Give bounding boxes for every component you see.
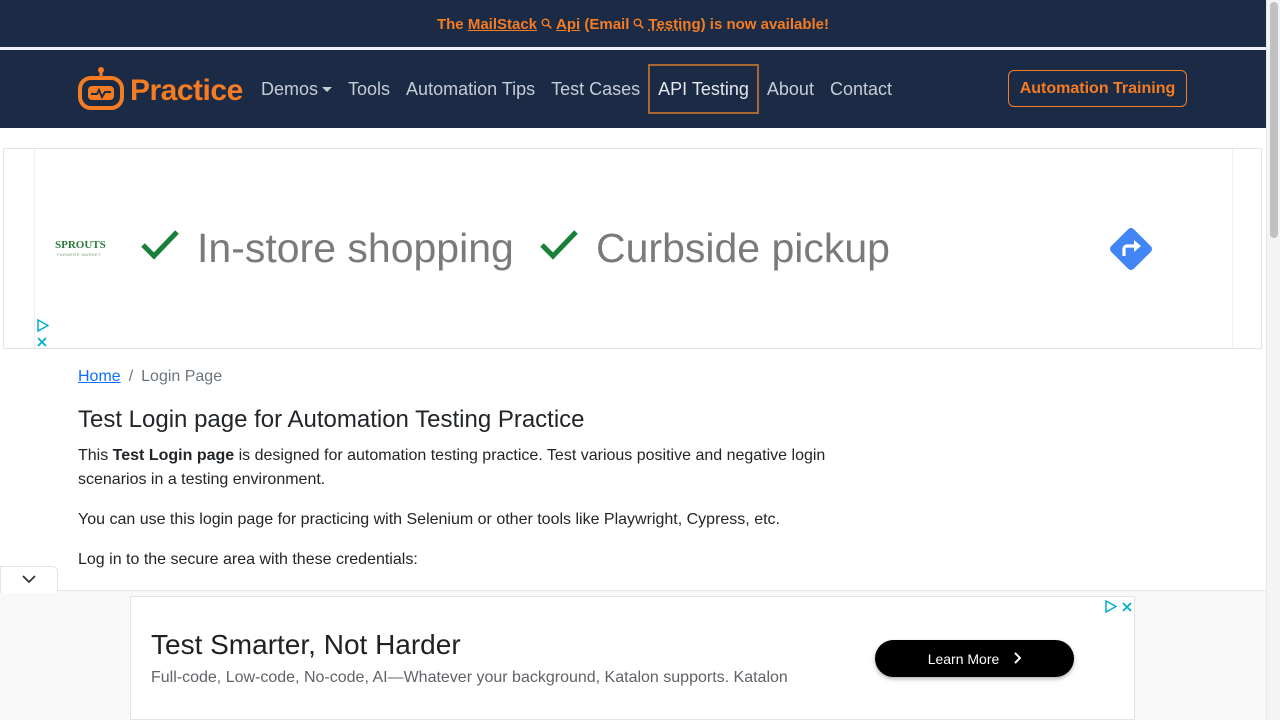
ad-controls [1104, 599, 1133, 618]
main-nav: Demos Tools Automation Tips Test Cases A… [253, 64, 900, 114]
ad-subtitle: Full-code, Low-code, No-code, AI—Whateve… [151, 669, 788, 686]
robot-logo-icon [78, 66, 124, 115]
feature-instore-label: In-store shopping [197, 225, 514, 271]
announcement-suffix: ) is now available! [700, 15, 829, 33]
breadcrumb-current: Login Page [141, 368, 223, 385]
adchoices-icon[interactable] [1104, 599, 1118, 618]
sprouts-logo: SPROUTS [55, 239, 106, 251]
announcement-bar: The MailStack Api (Email Testing) is now a… [0, 0, 1266, 48]
nav-contact[interactable]: Contact [822, 64, 900, 114]
tools-paragraph: You can use this login page for practici… [78, 511, 780, 528]
magnifier-icon [541, 16, 552, 33]
magnifier-icon [633, 16, 645, 33]
mailstack-link[interactable]: MailStack [468, 16, 537, 33]
ad-feature-instore: In-store shopping [139, 225, 514, 272]
automation-training-button[interactable]: Automation Training [1008, 70, 1187, 107]
brand-name: Practice [130, 73, 243, 107]
navbar: Practice Demos Tools Automation Tips Tes… [0, 50, 1266, 128]
learn-more-button[interactable]: Learn More [875, 640, 1074, 677]
api-link[interactable]: Api [556, 16, 580, 33]
collapse-ad-button[interactable] [0, 566, 58, 593]
breadcrumb-home-link[interactable]: Home [78, 368, 121, 386]
ad-title: Test Smarter, Not Harder [151, 629, 461, 660]
page-scrollbar[interactable] [1266, 0, 1280, 720]
check-icon [538, 225, 596, 272]
announcement-mid: (Email [584, 15, 630, 33]
page: The MailStack Api (Email Testing) is now a… [0, 0, 1280, 720]
chevron-down-icon [21, 571, 37, 589]
intro-pre: This [78, 447, 113, 464]
brand-link[interactable]: Practice [78, 66, 243, 115]
nav-api-testing[interactable]: API Testing [648, 64, 759, 114]
nav-demos[interactable]: Demos [253, 64, 340, 114]
top-ad[interactable]: SPROUTS FARMERS MARKET In-store shopping… [3, 148, 1262, 349]
nav-about[interactable]: About [759, 64, 822, 114]
breadcrumb: Home / Login Page [78, 368, 222, 386]
close-ad-icon[interactable] [36, 335, 48, 353]
sprouts-logo-sub: FARMERS MARKET [57, 252, 102, 257]
caret-down-icon [322, 86, 333, 92]
directions-icon[interactable] [1107, 225, 1155, 278]
announcement-prefix: The [436, 15, 464, 33]
close-ad-icon[interactable] [1121, 600, 1133, 618]
page-title: Test Login page for Automation Testing P… [78, 406, 585, 433]
testing-term: Testing [648, 15, 701, 33]
intro-bold: Test Login page [112, 447, 235, 464]
nav-demos-label: Demos [261, 78, 319, 99]
check-icon [139, 225, 197, 272]
nav-tools[interactable]: Tools [340, 64, 398, 114]
learn-more-label: Learn More [927, 650, 1000, 667]
top-ad-content[interactable]: SPROUTS FARMERS MARKET In-store shopping… [34, 149, 1233, 348]
chevron-right-icon [999, 651, 1022, 667]
feature-curbside-label: Curbside pickup [596, 225, 890, 271]
nav-test-cases[interactable]: Test Cases [543, 64, 648, 114]
credentials-paragraph: Log in to the secure area with these cre… [78, 551, 418, 568]
scrollbar-thumb[interactable] [1270, 2, 1278, 238]
nav-automation-tips[interactable]: Automation Tips [398, 64, 543, 114]
ad-feature-curbside: Curbside pickup [538, 225, 890, 272]
intro-paragraph: This Test Login page is designed for aut… [78, 444, 858, 492]
breadcrumb-separator: / [128, 368, 134, 385]
bottom-ad[interactable]: Test Smarter, Not Harder Full-code, Low-… [130, 596, 1135, 720]
